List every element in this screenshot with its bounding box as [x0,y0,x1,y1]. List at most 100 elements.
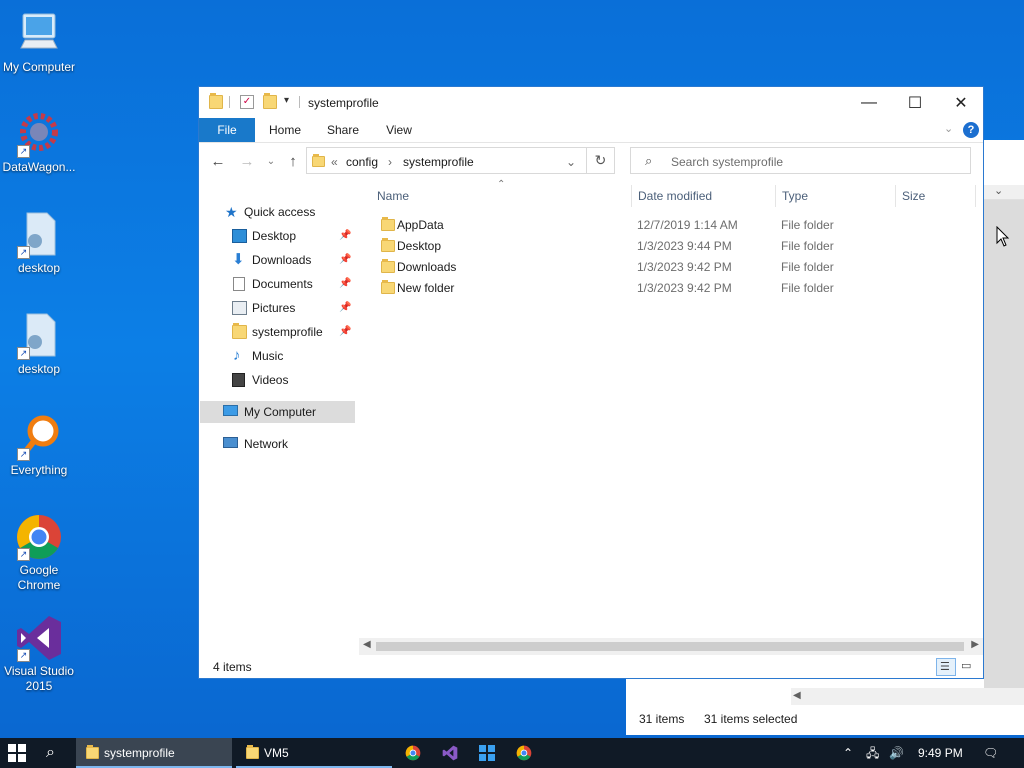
file-row-downloads[interactable]: Downloads 1/3/2023 9:42 PM File folder [375,257,935,278]
taskbar-item-systemprofile[interactable]: systemprofile [76,738,232,768]
picture-icon [232,301,247,315]
up-button[interactable]: ↑ [283,152,303,172]
folder-icon [381,259,395,273]
nav-my-computer[interactable]: My Computer [200,401,355,423]
column-divider[interactable] [775,185,776,207]
forward-button[interactable]: → [237,152,257,172]
breadcrumb-config[interactable]: config [346,155,378,169]
notifications-icon[interactable]: 🗨 [983,738,1001,768]
file-row-appdata[interactable]: AppData 12/7/2019 1:14 AM File folder [375,215,935,236]
details-view-button[interactable]: ☰ [936,658,956,676]
column-date-modified[interactable]: Date modified [638,184,712,208]
desktop-icon-label: Everything [10,463,68,477]
nav-item-videos[interactable]: Videos [199,369,359,391]
address-bar[interactable]: « config › systemprofile ⌄ [306,147,587,174]
title-bar[interactable]: ✓ ▾ systemprofile — ☐ ✕ [199,87,983,118]
desktop-icon-my-computer[interactable]: My Computer [1,10,77,75]
video-icon [232,373,245,387]
column-divider[interactable] [631,185,632,207]
divider [299,96,300,108]
tab-home[interactable]: Home [261,118,309,142]
new-folder-icon[interactable] [263,93,277,109]
taskbar-chrome[interactable] [405,738,423,768]
maximize-button[interactable]: ☐ [892,87,938,118]
divider [229,96,230,108]
search-icon[interactable]: ⌕ [46,738,66,768]
desktop-icon-visual-studio[interactable]: ↗ Visual Studio 2015 [1,614,77,694]
tab-share[interactable]: Share [319,118,367,142]
desktop-icon-google-chrome[interactable]: ↗ Google Chrome [1,513,77,593]
scroll-right-icon[interactable]: ▶ [971,639,979,650]
file-type: File folder [781,260,834,274]
download-icon: ⬇ [232,251,245,268]
expand-ribbon-icon[interactable]: ⌄ [944,122,953,135]
taskbar-chrome-2[interactable] [516,738,534,768]
nav-item-systemprofile[interactable]: systemprofile 📌 [199,321,359,343]
shortcut-arrow-icon: ↗ [17,145,30,158]
scrollbar-thumb[interactable] [376,642,964,651]
navigation-pane: ★ Quick access Desktop 📌 ⬇ Downloads 📌 D… [199,183,359,643]
volume-icon[interactable]: 🔊 [889,738,907,768]
visual-studio-icon: ↗ [15,614,63,662]
pin-icon[interactable]: 📌 [339,321,351,343]
folder-icon [232,323,247,339]
nav-label: Downloads [252,253,312,267]
pin-icon[interactable]: 📌 [339,273,351,295]
address-dropdown-icon[interactable]: ⌄ [566,155,576,169]
tab-file[interactable]: File [199,118,255,142]
recent-locations-button[interactable]: ⌄ [261,152,281,172]
horizontal-scrollbar[interactable]: ◀ ▶ [359,638,983,655]
column-divider[interactable] [975,185,976,207]
close-button[interactable]: ✕ [938,87,984,118]
file-row-desktop[interactable]: Desktop 1/3/2023 9:44 PM File folder [375,236,935,257]
desktop-icon-everything[interactable]: ↗ Everything [1,413,77,478]
customize-qat-icon[interactable]: ▾ [284,95,289,106]
nav-item-pictures[interactable]: Pictures 📌 [199,297,359,319]
back-button[interactable]: ← [208,152,228,172]
pin-icon[interactable]: 📌 [339,225,351,247]
nav-quick-access[interactable]: ★ Quick access [199,201,359,223]
desktop-icon-desktop-1[interactable]: ↗ desktop [1,211,77,276]
minimize-button[interactable]: — [846,87,892,118]
column-divider[interactable] [895,185,896,207]
clock[interactable]: 9:49 PM [918,738,968,768]
column-type[interactable]: Type [782,184,808,208]
file-row-new-folder[interactable]: New folder 1/3/2023 9:42 PM File folder [375,278,935,299]
desktop-icon-desktop-2[interactable]: ↗ desktop [1,312,77,377]
taskbar-visual-studio[interactable] [442,738,460,768]
start-button[interactable] [8,738,30,768]
nav-item-desktop[interactable]: Desktop 📌 [199,225,359,247]
navigation-bar: ← → ⌄ ↑ « config › systemprofile ⌄ ↻ ⌕ S… [199,143,983,181]
taskbar-item-vm5[interactable]: VM5 [236,738,392,768]
nav-item-documents[interactable]: Documents 📌 [199,273,359,295]
network-icon [223,437,238,448]
nav-label: Documents [252,277,313,291]
search-placeholder: Search systemprofile [671,155,784,169]
shortcut-arrow-icon: ↗ [17,246,30,259]
desktop-icon-datawagon[interactable]: ↗ DataWagon... [1,110,77,175]
scroll-left-icon[interactable]: ◀ [793,690,801,701]
computer-icon [15,10,63,58]
nav-item-music[interactable]: ♪ Music [199,345,359,367]
network-tray-icon[interactable]: 🖧 [866,738,884,768]
column-name[interactable]: Name [377,184,409,208]
chevron-right-icon[interactable]: › [388,155,392,169]
tab-view[interactable]: View [375,118,423,142]
nav-network[interactable]: Network [199,433,359,455]
properties-icon[interactable]: ✓ [240,95,254,109]
breadcrumb-systemprofile[interactable]: systemprofile [403,155,474,169]
mouse-cursor-icon [996,226,1010,247]
search-box[interactable]: ⌕ Search systemprofile [630,147,971,174]
taskbar-app[interactable] [479,738,497,768]
help-button[interactable]: ? [963,122,979,138]
address-overflow[interactable]: « [331,155,338,169]
scroll-left-icon[interactable]: ◀ [363,639,371,650]
pin-icon[interactable]: 📌 [339,297,351,319]
nav-item-downloads[interactable]: ⬇ Downloads 📌 [199,249,359,271]
large-icons-view-button[interactable]: ▭ [958,658,978,676]
column-size[interactable]: Size [902,184,925,208]
pin-icon[interactable]: 📌 [339,249,351,271]
chevron-up-icon[interactable]: ⌃ [843,738,857,768]
refresh-button[interactable]: ↻ [587,147,615,174]
background-horizontal-scrollbar[interactable]: ◀ [791,688,1024,705]
